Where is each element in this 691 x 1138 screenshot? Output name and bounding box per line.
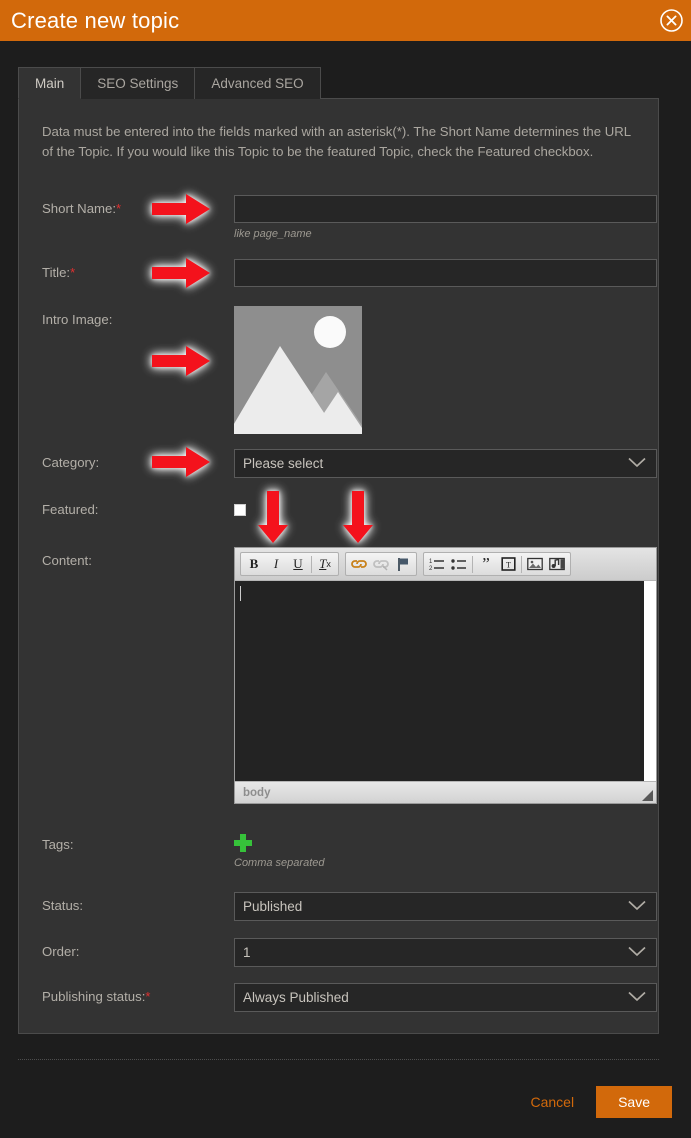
required-asterisk: * bbox=[145, 989, 150, 1004]
close-icon[interactable] bbox=[651, 0, 691, 41]
cancel-button[interactable]: Cancel bbox=[526, 1090, 578, 1114]
publishing-status-label: Publishing status:* bbox=[42, 989, 150, 1004]
tab-main[interactable]: Main bbox=[18, 67, 81, 99]
form-panel: Data must be entered into the fields mar… bbox=[18, 98, 659, 1034]
unlink-icon bbox=[370, 554, 392, 574]
insert-media-icon[interactable] bbox=[546, 554, 568, 574]
italic-icon[interactable]: I bbox=[265, 554, 287, 574]
toolbar-separator bbox=[311, 556, 312, 573]
text-caret bbox=[240, 586, 241, 601]
short-name-label: Short Name:* bbox=[42, 201, 121, 216]
status-label: Status: bbox=[42, 898, 83, 913]
window-titlebar: Create new topic bbox=[0, 0, 691, 41]
tab-seo-settings[interactable]: SEO Settings bbox=[80, 67, 195, 99]
toolbar-group-link bbox=[345, 552, 417, 576]
short-name-input[interactable] bbox=[234, 195, 657, 223]
footer-actions: Cancel Save bbox=[526, 1086, 672, 1118]
underline-icon[interactable]: U bbox=[287, 554, 309, 574]
bold-icon[interactable]: B bbox=[243, 554, 265, 574]
order-selected-value: 1 bbox=[243, 945, 251, 960]
editor-element-path: body bbox=[243, 787, 270, 799]
svg-text:1: 1 bbox=[429, 559, 433, 565]
tab-advanced-seo[interactable]: Advanced SEO bbox=[194, 67, 320, 99]
chevron-down-icon bbox=[627, 899, 647, 914]
bulleted-list-icon[interactable] bbox=[448, 554, 470, 574]
status-select[interactable]: Published bbox=[234, 892, 657, 921]
svg-text:2: 2 bbox=[429, 566, 433, 571]
svg-text:T: T bbox=[506, 561, 511, 570]
order-select[interactable]: 1 bbox=[234, 938, 657, 967]
status-selected-value: Published bbox=[243, 899, 302, 914]
toolbar-separator bbox=[472, 556, 473, 573]
required-asterisk: * bbox=[116, 201, 121, 216]
featured-label: Featured: bbox=[42, 502, 98, 517]
rich-text-editor: B I U Tx bbox=[234, 547, 657, 804]
publishing-status-select[interactable]: Always Published bbox=[234, 983, 657, 1012]
featured-checkbox[interactable] bbox=[234, 504, 246, 516]
toolbar-group-insert: 1 2 ” bbox=[423, 552, 571, 576]
numbered-list-icon[interactable]: 1 2 bbox=[426, 554, 448, 574]
category-select[interactable]: Please select bbox=[234, 449, 657, 478]
add-tag-plus-icon[interactable] bbox=[234, 834, 252, 852]
chevron-down-icon bbox=[627, 456, 647, 471]
title-input[interactable] bbox=[234, 259, 657, 287]
publishing-status-selected-value: Always Published bbox=[243, 990, 349, 1005]
text-block-icon[interactable]: T bbox=[497, 554, 519, 574]
editor-content-area[interactable] bbox=[235, 581, 656, 781]
toolbar-group-text-style: B I U Tx bbox=[240, 552, 339, 576]
chevron-down-icon bbox=[627, 990, 647, 1005]
editor-status-bar: body bbox=[235, 781, 656, 803]
tags-label: Tags: bbox=[42, 837, 74, 852]
tab-bar: Main SEO Settings Advanced SEO bbox=[18, 66, 320, 99]
insert-image-icon[interactable] bbox=[524, 554, 546, 574]
editor-resize-grip[interactable] bbox=[642, 790, 653, 801]
toolbar-separator bbox=[521, 556, 522, 573]
footer-divider bbox=[18, 1059, 659, 1060]
intro-image-label: Intro Image: bbox=[42, 312, 112, 327]
short-name-hint: like page_name bbox=[234, 228, 657, 240]
sun-shape bbox=[314, 316, 346, 348]
anchor-flag-icon[interactable] bbox=[392, 554, 414, 574]
chevron-down-icon bbox=[627, 945, 647, 960]
title-label: Title:* bbox=[42, 265, 75, 280]
mountain-small-shape bbox=[310, 392, 362, 434]
required-asterisk: * bbox=[70, 265, 75, 280]
page-title: Create new topic bbox=[0, 10, 179, 32]
editor-toolbar: B I U Tx bbox=[235, 548, 656, 581]
tags-hint: Comma separated bbox=[234, 857, 325, 869]
category-selected-value: Please select bbox=[243, 456, 323, 471]
remove-format-icon[interactable]: Tx bbox=[314, 554, 336, 574]
save-button[interactable]: Save bbox=[596, 1086, 672, 1118]
blockquote-icon[interactable]: ” bbox=[475, 554, 497, 574]
order-label: Order: bbox=[42, 944, 79, 959]
category-label: Category: bbox=[42, 455, 99, 470]
link-icon[interactable] bbox=[348, 554, 370, 574]
image-placeholder-icon[interactable] bbox=[234, 306, 362, 434]
form-description: Data must be entered into the fields mar… bbox=[42, 122, 636, 162]
content-label: Content: bbox=[42, 553, 92, 568]
